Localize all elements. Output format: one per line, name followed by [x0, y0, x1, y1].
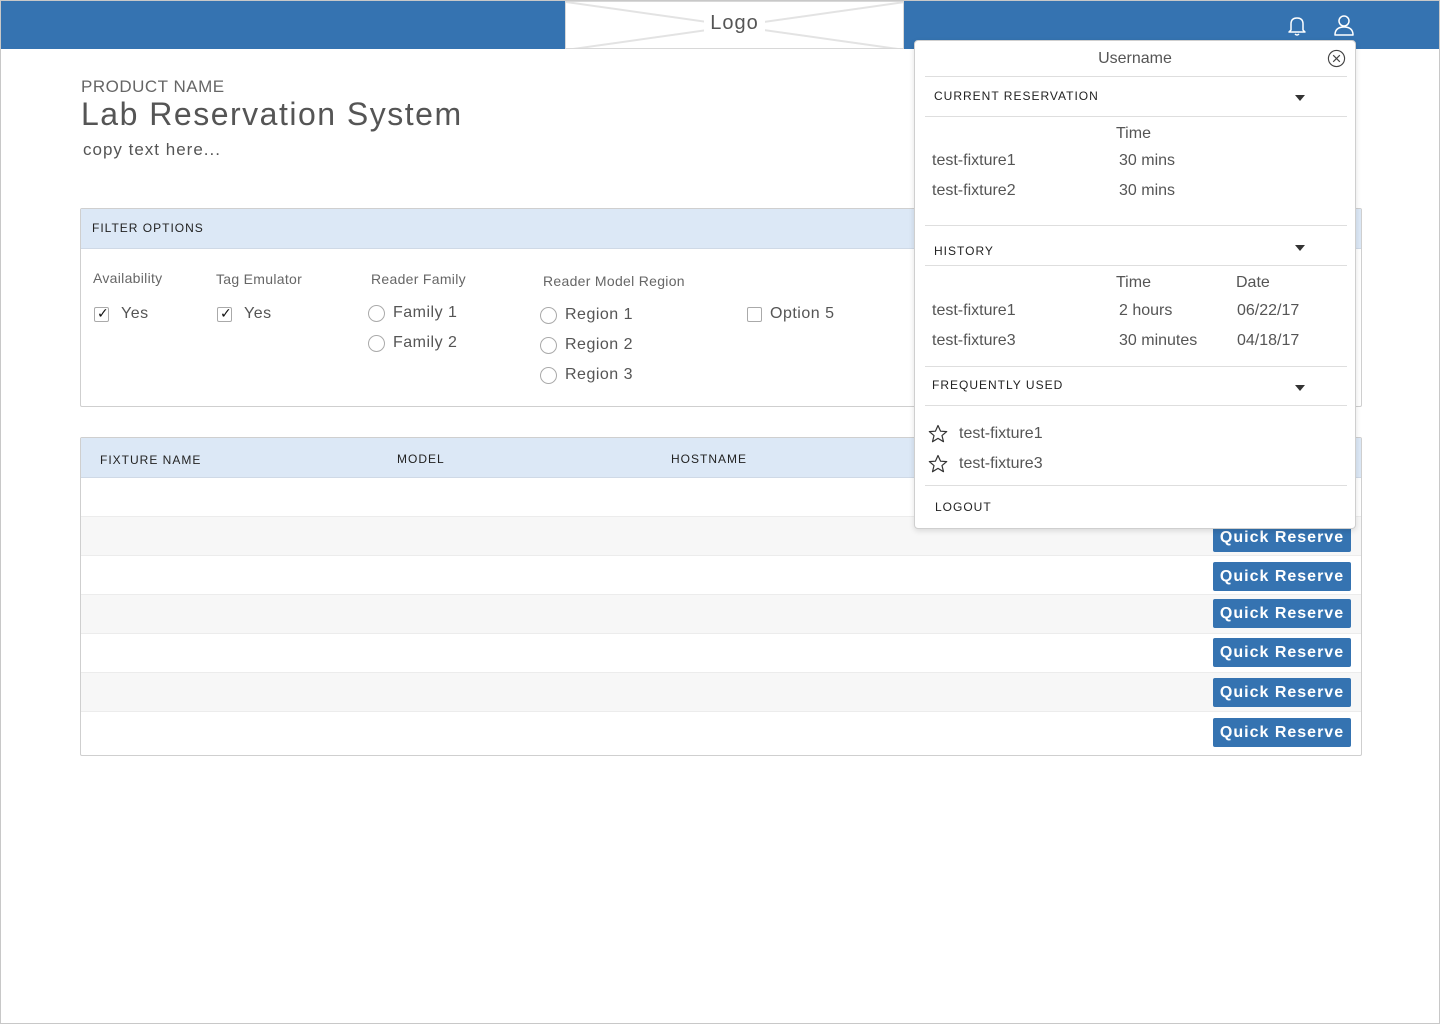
checkbox-checked-icon — [217, 305, 232, 322]
chevron-down-icon[interactable] — [1295, 245, 1305, 251]
frequent-fixture-item[interactable]: test-fixture1 — [959, 425, 1043, 443]
star-icon[interactable] — [928, 454, 948, 474]
close-icon[interactable] — [1327, 49, 1346, 68]
product-name: PRODUCT NAME — [81, 77, 225, 96]
quick-reserve-button[interactable]: Quick Reserve — [1213, 718, 1351, 747]
column-hostname[interactable]: HOSTNAME — [671, 452, 747, 466]
star-icon[interactable] — [928, 424, 948, 444]
current-fixture-name[interactable]: test-fixture1 — [932, 152, 1016, 170]
current-fixture-time: 30 mins — [1119, 182, 1176, 199]
copy-text: copy text here... — [83, 140, 221, 159]
frequently-used-title[interactable]: FREQUENTLY USED — [932, 378, 1063, 392]
quick-reserve-button[interactable]: Quick Reserve — [1213, 599, 1351, 628]
divider — [925, 116, 1347, 117]
region-3-label: Region 3 — [565, 366, 634, 383]
availability-label: Availability — [93, 270, 163, 286]
radio-icon — [540, 366, 557, 384]
table-row: Quick Reserve — [81, 595, 1361, 634]
region-1-label: Region 1 — [565, 306, 634, 323]
username: Username — [1098, 50, 1172, 67]
availability-yes-label: Yes — [121, 305, 149, 322]
divider — [925, 225, 1347, 226]
availability-yes-checkbox[interactable]: Yes — [94, 305, 149, 323]
chevron-down-icon[interactable] — [1295, 95, 1305, 101]
reader-family-label: Reader Family — [371, 271, 466, 287]
radio-icon — [368, 304, 385, 322]
logout-link[interactable]: LOGOUT — [935, 500, 992, 514]
option-5-label: Option 5 — [770, 305, 835, 322]
region-3-radio[interactable]: Region 3 — [540, 366, 633, 384]
family-2-label: Family 2 — [393, 334, 458, 351]
region-1-radio[interactable]: Region 1 — [540, 306, 633, 324]
checkbox-unchecked-icon — [747, 306, 762, 322]
table-row: Quick Reserve — [81, 634, 1361, 673]
history-fixture-name[interactable]: test-fixture1 — [932, 302, 1016, 320]
option-5-checkbox[interactable]: Option 5 — [747, 305, 834, 323]
history-time-header: Time — [1116, 274, 1151, 291]
current-fixture-time: 30 mins — [1119, 152, 1176, 169]
page-title: Lab Reservation System — [81, 96, 463, 132]
region-2-radio[interactable]: Region 2 — [540, 336, 633, 354]
divider — [925, 76, 1347, 77]
user-dropdown-panel: Username CURRENT RESERVATION Time test-f… — [914, 40, 1356, 529]
table-row: Quick Reserve — [81, 673, 1361, 712]
divider — [925, 485, 1347, 486]
quick-reserve-button[interactable]: Quick Reserve — [1213, 678, 1351, 707]
divider — [925, 366, 1347, 367]
history-fixture-date: 04/18/17 — [1237, 332, 1300, 349]
logo-text: Logo — [704, 12, 765, 34]
divider — [925, 405, 1347, 406]
user-icon[interactable] — [1332, 13, 1356, 37]
tag-emulator-label: Tag Emulator — [216, 271, 303, 287]
radio-icon — [540, 336, 557, 354]
current-reservation-title[interactable]: CURRENT RESERVATION — [934, 89, 1099, 103]
quick-reserve-button[interactable]: Quick Reserve — [1213, 562, 1351, 591]
column-model[interactable]: MODEL — [397, 452, 445, 466]
tag-emulator-yes-checkbox[interactable]: Yes — [217, 305, 272, 323]
table-row: Quick Reserve — [81, 556, 1361, 595]
history-fixture-time: 2 hours — [1119, 302, 1173, 319]
history-fixture-date: 06/22/17 — [1237, 302, 1300, 319]
radio-icon — [368, 334, 385, 352]
history-fixture-time: 30 minutes — [1119, 332, 1198, 349]
bell-icon[interactable] — [1285, 13, 1309, 37]
region-2-label: Region 2 — [565, 336, 634, 353]
chevron-down-icon[interactable] — [1295, 385, 1305, 391]
history-title[interactable]: HISTORY — [934, 244, 994, 258]
family-1-radio[interactable]: Family 1 — [368, 304, 457, 322]
current-fixture-name[interactable]: test-fixture2 — [932, 182, 1016, 200]
current-time-header: Time — [1116, 125, 1151, 142]
radio-icon — [540, 306, 557, 324]
divider — [925, 265, 1347, 266]
family-2-radio[interactable]: Family 2 — [368, 334, 457, 352]
history-fixture-name[interactable]: test-fixture3 — [932, 332, 1016, 350]
table-row: Quick Reserve — [81, 712, 1361, 751]
checkbox-checked-icon — [94, 305, 109, 322]
logo[interactable]: Logo — [565, 1, 904, 49]
column-fixture-name[interactable]: FIXTURE NAME — [100, 453, 201, 467]
frequent-fixture-item[interactable]: test-fixture3 — [959, 455, 1043, 473]
quick-reserve-button[interactable]: Quick Reserve — [1213, 638, 1351, 667]
history-date-header: Date — [1236, 274, 1270, 291]
family-1-label: Family 1 — [393, 304, 458, 321]
tag-emulator-yes-label: Yes — [244, 305, 272, 322]
reader-model-region-label: Reader Model Region — [543, 273, 685, 289]
